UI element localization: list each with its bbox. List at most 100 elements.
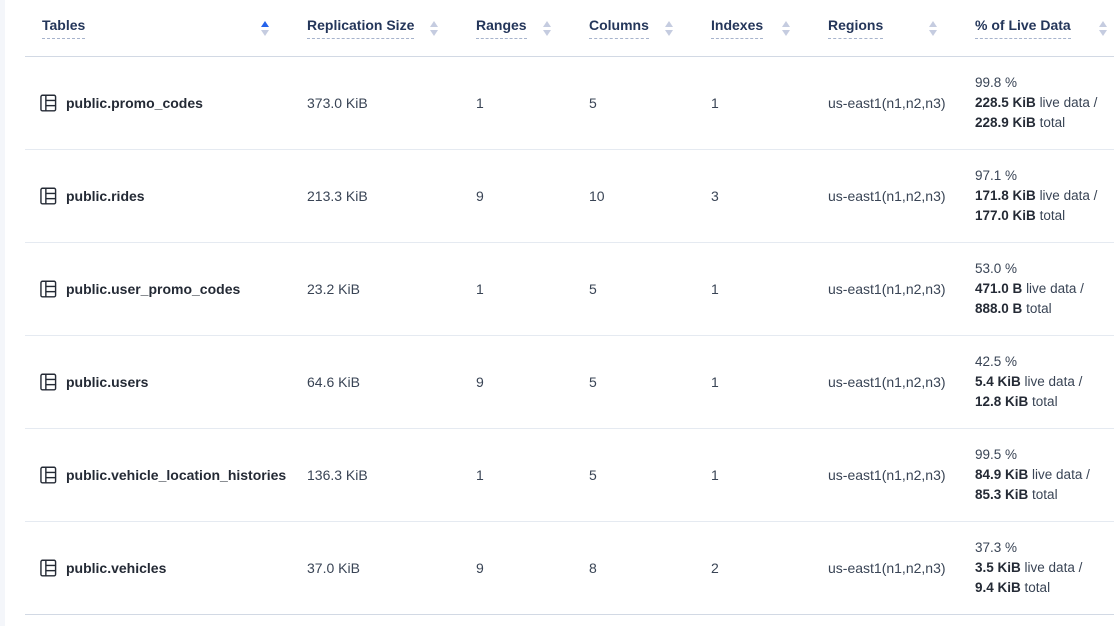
sort-arrows[interactable] (665, 21, 673, 36)
replication-size-cell: 23.2 KiB (307, 281, 476, 297)
column-header-columns[interactable]: Columns (589, 17, 711, 39)
table-row: public.vehicle_location_histories 136.3 … (25, 429, 1114, 522)
ranges-cell: 1 (476, 281, 589, 297)
column-label-regions[interactable]: Regions (828, 17, 883, 39)
table-icon (40, 558, 57, 578)
regions-cell: us-east1(n1,n2,n3) (828, 281, 975, 297)
column-header-regions[interactable]: Regions (828, 17, 975, 39)
sort-desc-icon (430, 30, 438, 36)
indexes-cell: 1 (711, 281, 828, 297)
sort-desc-icon (261, 30, 269, 36)
total-data-amount: 888.0 B total (975, 299, 1108, 319)
sort-asc-icon (430, 21, 438, 27)
total-data-amount: 12.8 KiB total (975, 392, 1108, 412)
table-name-link[interactable]: public.vehicle_location_histories (66, 467, 286, 483)
sort-asc-icon (261, 21, 269, 27)
table-name-link[interactable]: public.user_promo_codes (66, 281, 240, 297)
sort-arrows[interactable] (261, 21, 269, 36)
column-header-ranges[interactable]: Ranges (476, 17, 589, 39)
columns-cell: 5 (589, 374, 711, 390)
table-name-cell: public.vehicles (25, 558, 307, 578)
regions-cell: us-east1(n1,n2,n3) (828, 374, 975, 390)
table-icon (40, 279, 57, 299)
column-label-live-data[interactable]: % of Live Data (975, 17, 1071, 39)
sort-asc-icon (1099, 21, 1107, 27)
live-data-amount: 171.8 KiB live data / (975, 186, 1108, 206)
sort-arrows[interactable] (543, 21, 551, 36)
live-data-percent: 97.1 % (975, 166, 1108, 186)
sort-arrows[interactable] (782, 21, 790, 36)
live-data-cell: 97.1 % 171.8 KiB live data / 177.0 KiB t… (975, 166, 1114, 226)
table-row: public.vehicles 37.0 KiB 9 8 2 us-east1(… (25, 522, 1114, 615)
live-data-amount: 228.5 KiB live data / (975, 93, 1108, 113)
column-label-columns[interactable]: Columns (589, 17, 649, 39)
sort-asc-icon (543, 21, 551, 27)
columns-cell: 10 (589, 188, 711, 204)
live-data-percent: 37.3 % (975, 538, 1108, 558)
live-data-cell: 99.5 % 84.9 KiB live data / 85.3 KiB tot… (975, 445, 1114, 505)
column-label-ranges[interactable]: Ranges (476, 17, 527, 39)
table-icon (40, 186, 57, 206)
regions-cell: us-east1(n1,n2,n3) (828, 188, 975, 204)
table-row: public.user_promo_codes 23.2 KiB 1 5 1 u… (25, 243, 1114, 336)
sort-asc-icon (929, 21, 937, 27)
total-data-amount: 228.9 KiB total (975, 113, 1108, 133)
ranges-cell: 9 (476, 560, 589, 576)
table-icon (40, 93, 57, 113)
total-data-amount: 9.4 KiB total (975, 578, 1108, 598)
live-data-cell: 42.5 % 5.4 KiB live data / 12.8 KiB tota… (975, 352, 1114, 412)
sort-asc-icon (665, 21, 673, 27)
column-header-indexes[interactable]: Indexes (711, 17, 828, 39)
column-label-indexes[interactable]: Indexes (711, 17, 763, 39)
sort-desc-icon (782, 30, 790, 36)
columns-cell: 5 (589, 95, 711, 111)
column-header-replication-size[interactable]: Replication Size (307, 17, 476, 39)
replication-size-cell: 213.3 KiB (307, 188, 476, 204)
live-data-cell: 53.0 % 471.0 B live data / 888.0 B total (975, 259, 1114, 319)
table-name-link[interactable]: public.users (66, 374, 148, 390)
sort-desc-icon (929, 30, 937, 36)
total-data-amount: 177.0 KiB total (975, 206, 1108, 226)
column-label-replication-size[interactable]: Replication Size (307, 17, 414, 39)
sort-desc-icon (1099, 30, 1107, 36)
table-name-link[interactable]: public.rides (66, 188, 145, 204)
sort-arrows[interactable] (430, 21, 438, 36)
live-data-percent: 99.8 % (975, 73, 1108, 93)
table-name-cell: public.rides (25, 186, 307, 206)
table-row: public.users 64.6 KiB 9 5 1 us-east1(n1,… (25, 336, 1114, 429)
live-data-percent: 99.5 % (975, 445, 1108, 465)
page-left-gutter (0, 0, 5, 626)
live-data-percent: 42.5 % (975, 352, 1108, 372)
indexes-cell: 2 (711, 560, 828, 576)
indexes-cell: 1 (711, 95, 828, 111)
regions-cell: us-east1(n1,n2,n3) (828, 95, 975, 111)
column-header-live-data[interactable]: % of Live Data (975, 17, 1114, 39)
sort-arrows[interactable] (929, 21, 937, 36)
ranges-cell: 9 (476, 374, 589, 390)
table-name-cell: public.promo_codes (25, 93, 307, 113)
table-row: public.promo_codes 373.0 KiB 1 5 1 us-ea… (25, 57, 1114, 150)
sort-desc-icon (665, 30, 673, 36)
columns-cell: 5 (589, 467, 711, 483)
table-header-row: Tables Replication Size Ranges Columns (25, 0, 1114, 57)
indexes-cell: 1 (711, 374, 828, 390)
table-icon (40, 372, 57, 392)
indexes-cell: 1 (711, 467, 828, 483)
regions-cell: us-east1(n1,n2,n3) (828, 560, 975, 576)
ranges-cell: 9 (476, 188, 589, 204)
column-label-tables[interactable]: Tables (42, 17, 85, 39)
column-header-tables[interactable]: Tables (25, 17, 307, 39)
live-data-amount: 84.9 KiB live data / (975, 465, 1108, 485)
table-name-link[interactable]: public.vehicles (66, 560, 166, 576)
sort-arrows[interactable] (1099, 21, 1107, 36)
sort-asc-icon (782, 21, 790, 27)
table-name-cell: public.vehicle_location_histories (25, 465, 307, 485)
regions-cell: us-east1(n1,n2,n3) (828, 467, 975, 483)
table-row: public.rides 213.3 KiB 9 10 3 us-east1(n… (25, 150, 1114, 243)
replication-size-cell: 37.0 KiB (307, 560, 476, 576)
live-data-amount: 5.4 KiB live data / (975, 372, 1108, 392)
table-name-link[interactable]: public.promo_codes (66, 95, 203, 111)
table-body: public.promo_codes 373.0 KiB 1 5 1 us-ea… (25, 57, 1114, 615)
live-data-amount: 3.5 KiB live data / (975, 558, 1108, 578)
replication-size-cell: 64.6 KiB (307, 374, 476, 390)
